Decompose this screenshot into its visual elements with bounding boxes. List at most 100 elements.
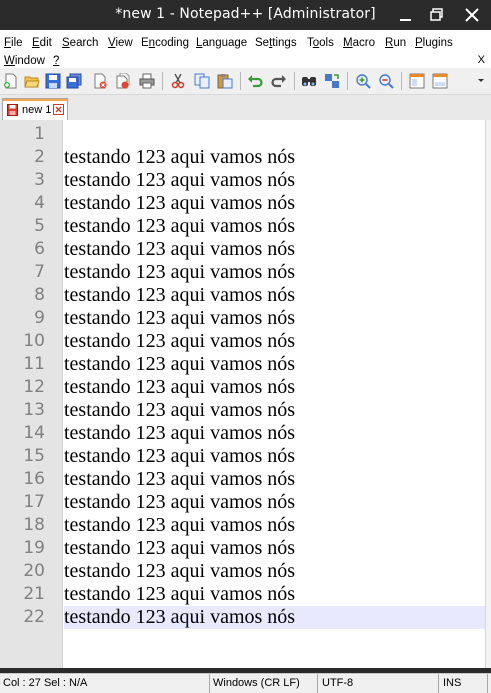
text-line[interactable]: testando 123 aqui vamos nós [64, 537, 486, 560]
title-bar: *new 1 - Notepad++ [Administrator] [0, 0, 491, 30]
minimize-button[interactable] [391, 0, 421, 30]
line-number: 18 [23, 515, 45, 535]
text-line[interactable]: testando 123 aqui vamos nós [64, 330, 486, 353]
editor[interactable]: 1 2 3 4 5 6 7 8 9 10 11 12 13 14 15 16 17 18 19 20 21 22 test… [0, 120, 491, 668]
text-line[interactable] [64, 123, 486, 146]
toolbar [0, 68, 491, 95]
line-number: 20 [23, 561, 45, 581]
text-line[interactable]: testando 123 aqui vamos nós [64, 353, 486, 376]
menu-encoding[interactable]: Encoding [141, 36, 189, 50]
find-icon[interactable] [301, 73, 317, 89]
close-document-button[interactable]: X [478, 53, 485, 67]
print-icon[interactable] [139, 73, 155, 89]
unsaved-file-icon [7, 104, 18, 116]
line-number: 4 [34, 193, 45, 213]
toolbar-separator [240, 72, 241, 90]
close-file-icon[interactable] [92, 73, 108, 89]
save-all-icon[interactable] [66, 73, 82, 89]
minimize-icon [400, 19, 411, 21]
replace-icon[interactable] [324, 73, 340, 89]
close-all-icon[interactable] [115, 73, 131, 89]
text-line[interactable]: testando 123 aqui vamos nós [64, 215, 486, 238]
text-line[interactable]: testando 123 aqui vamos nós [64, 192, 486, 215]
line-number: 1 [34, 124, 45, 144]
menu-edit[interactable]: Edit [32, 36, 52, 50]
status-eol[interactable]: Windows (CR LF) [210, 674, 318, 693]
vertical-scrollbar[interactable] [485, 120, 491, 668]
undo-icon[interactable] [247, 73, 263, 89]
text-line[interactable]: testando 123 aqui vamos nós [64, 583, 486, 606]
menu-help[interactable]: ? [53, 54, 59, 68]
toolbar-separator [347, 72, 348, 90]
line-number: 17 [23, 492, 45, 512]
text-line[interactable]: testando 123 aqui vamos nós [64, 146, 486, 169]
text-line[interactable]: testando 123 aqui vamos nós [64, 307, 486, 330]
status-position: Col : 27 Sel : N/A [0, 674, 210, 693]
text-line[interactable]: testando 123 aqui vamos nós [64, 514, 486, 537]
tab-close-icon[interactable] [53, 104, 64, 115]
zoom-in-icon[interactable] [355, 73, 371, 89]
text-line[interactable]: testando 123 aqui vamos nós [64, 261, 486, 284]
tab-new-1[interactable]: new 1 [2, 98, 68, 121]
restore-icon [430, 8, 443, 21]
text-line[interactable]: testando 123 aqui vamos nós [64, 238, 486, 261]
text-line[interactable]: testando 123 aqui vamos nós [64, 169, 486, 192]
redo-icon[interactable] [271, 73, 287, 89]
open-file-icon[interactable] [24, 73, 40, 89]
line-number: 6 [34, 239, 45, 259]
menu-language[interactable]: Language [196, 36, 247, 50]
copy-icon[interactable] [194, 73, 210, 89]
line-number: 11 [23, 354, 45, 374]
line-number: 7 [34, 262, 45, 282]
line-number: 14 [23, 423, 45, 443]
line-number: 22 [23, 607, 45, 627]
menu-settings[interactable]: Settings [255, 36, 297, 50]
status-bar: Col : 27 Sel : N/A Windows (CR LF) UTF-8… [0, 673, 491, 693]
line-number: 12 [23, 377, 45, 397]
sync-horizontal-icon[interactable] [432, 73, 448, 89]
text-line[interactable]: testando 123 aqui vamos nós [64, 606, 486, 629]
text-line[interactable]: testando 123 aqui vamos nós [64, 422, 486, 445]
status-encoding[interactable]: UTF-8 [319, 674, 439, 693]
zoom-out-icon[interactable] [378, 73, 394, 89]
menu-view[interactable]: View [108, 36, 133, 50]
menu-window[interactable]: Window [4, 54, 45, 68]
new-file-icon[interactable] [3, 73, 19, 89]
paste-icon[interactable] [217, 73, 233, 89]
close-icon [465, 8, 479, 22]
text-line[interactable]: testando 123 aqui vamos nós [64, 399, 486, 422]
menu-plugins[interactable]: Plugins [415, 36, 453, 50]
status-insert-mode[interactable]: INS [440, 674, 488, 693]
text-line[interactable]: testando 123 aqui vamos nós [64, 468, 486, 491]
line-number: 8 [34, 285, 45, 305]
line-number: 10 [23, 331, 45, 351]
line-number: 3 [34, 170, 45, 190]
text-line[interactable]: testando 123 aqui vamos nós [64, 284, 486, 307]
menu-macro[interactable]: Macro [343, 36, 375, 50]
toolbar-separator [294, 72, 295, 90]
menu-file[interactable]: File [4, 36, 23, 50]
text-line[interactable]: testando 123 aqui vamos nós [64, 445, 486, 468]
menu-search[interactable]: Search [62, 36, 98, 50]
toolbar-overflow-icon[interactable] [477, 76, 485, 84]
text-line[interactable]: testando 123 aqui vamos nós [64, 491, 486, 514]
menu-tools[interactable]: Tools [307, 36, 334, 50]
text-line[interactable]: testando 123 aqui vamos nós [64, 376, 486, 399]
line-number: 5 [34, 216, 45, 236]
tab-label: new 1 [22, 104, 52, 116]
line-number: 19 [23, 538, 45, 558]
line-number: 9 [34, 308, 45, 328]
line-number: 2 [34, 147, 45, 167]
close-window-button[interactable] [457, 0, 487, 30]
text-line[interactable]: testando 123 aqui vamos nós [64, 560, 486, 583]
toolbar-separator [162, 72, 163, 90]
menu-bar: File Edit Search View Encoding Language Settin… [0, 30, 491, 68]
cut-icon[interactable] [170, 73, 186, 89]
tab-bar: new 1 [0, 95, 491, 121]
menu-run[interactable]: Run [385, 36, 406, 50]
save-icon[interactable] [45, 73, 61, 89]
line-number: 21 [23, 584, 45, 604]
maximize-button[interactable] [422, 0, 452, 30]
sync-vertical-icon[interactable] [409, 73, 425, 89]
line-number-gutter: 1 2 3 4 5 6 7 8 9 10 11 12 13 14 15 16 17 18 19 20 21 22 [0, 120, 63, 668]
